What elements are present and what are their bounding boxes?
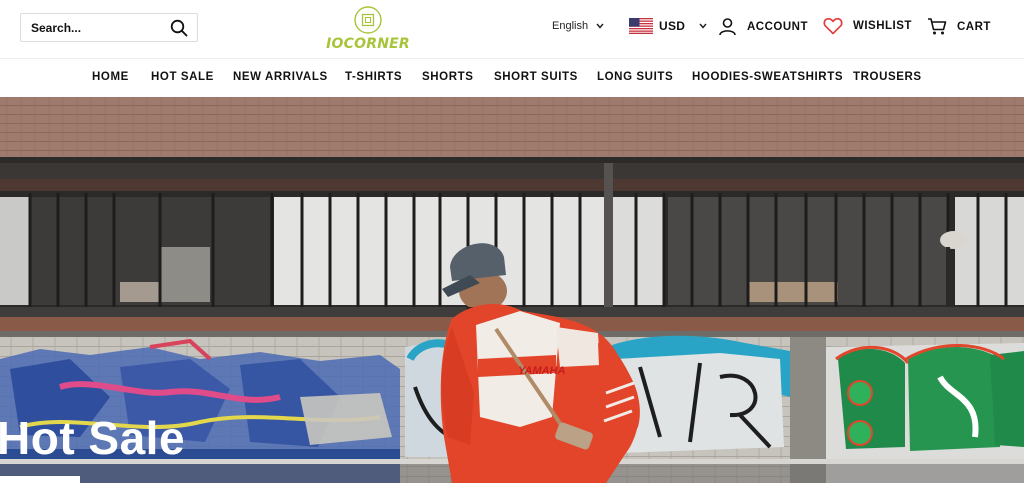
currency-code: USD	[659, 19, 686, 33]
chevron-down-icon	[596, 23, 604, 29]
account-link[interactable]: ACCOUNT	[718, 17, 808, 36]
hero-banner[interactable]: YAMAHA Hot Sale	[0, 97, 1024, 483]
hero-shop-button[interactable]	[0, 476, 80, 483]
language-selector[interactable]: English	[552, 20, 604, 32]
nav-item-hoodies-sweatshirts[interactable]: HOODIES-SWEATSHIRTS	[692, 71, 843, 83]
search-box	[20, 13, 198, 42]
search-input[interactable]	[21, 14, 161, 41]
us-flag-icon	[629, 18, 653, 34]
logo-text: IOCORNER	[326, 36, 410, 52]
chevron-down-icon	[699, 23, 707, 29]
nav-item-long-suits[interactable]: LONG SUITS	[597, 71, 673, 83]
nav-item-t-shirts[interactable]: T-SHIRTS	[345, 71, 402, 83]
logo-emblem-icon	[354, 6, 382, 34]
account-label: ACCOUNT	[747, 20, 808, 33]
main-nav: HOME HOT SALE NEW ARRIVALS T-SHIRTS SHOR…	[0, 58, 1024, 97]
jacket-logo-text: YAMAHA	[518, 365, 566, 377]
nav-item-trousers[interactable]: TROUSERS	[853, 71, 922, 83]
user-icon	[719, 18, 736, 36]
nav-item-home[interactable]: HOME	[92, 71, 129, 83]
nav-item-new-arrivals[interactable]: NEW ARRIVALS	[233, 71, 328, 83]
wishlist-label: WISHLIST	[853, 20, 912, 32]
language-label: English	[552, 20, 589, 32]
nav-item-hot-sale[interactable]: HOT SALE	[151, 71, 214, 83]
cart-icon	[928, 18, 947, 35]
nav-item-short-suits[interactable]: SHORT SUITS	[494, 71, 578, 83]
cart-link[interactable]: CART	[927, 17, 991, 36]
hero-title: Hot Sale	[0, 412, 186, 464]
site-logo[interactable]: IOCORNER	[322, 5, 414, 53]
heart-icon	[823, 17, 843, 35]
currency-selector[interactable]: USD	[629, 18, 707, 34]
wishlist-link[interactable]: WISHLIST	[823, 17, 912, 35]
search-icon[interactable]	[170, 19, 188, 37]
cart-label: CART	[957, 20, 991, 33]
nav-item-shorts[interactable]: SHORTS	[422, 71, 474, 83]
top-bar: IOCORNER English USD ACCOUNT WISHLIST CA…	[0, 0, 1024, 58]
